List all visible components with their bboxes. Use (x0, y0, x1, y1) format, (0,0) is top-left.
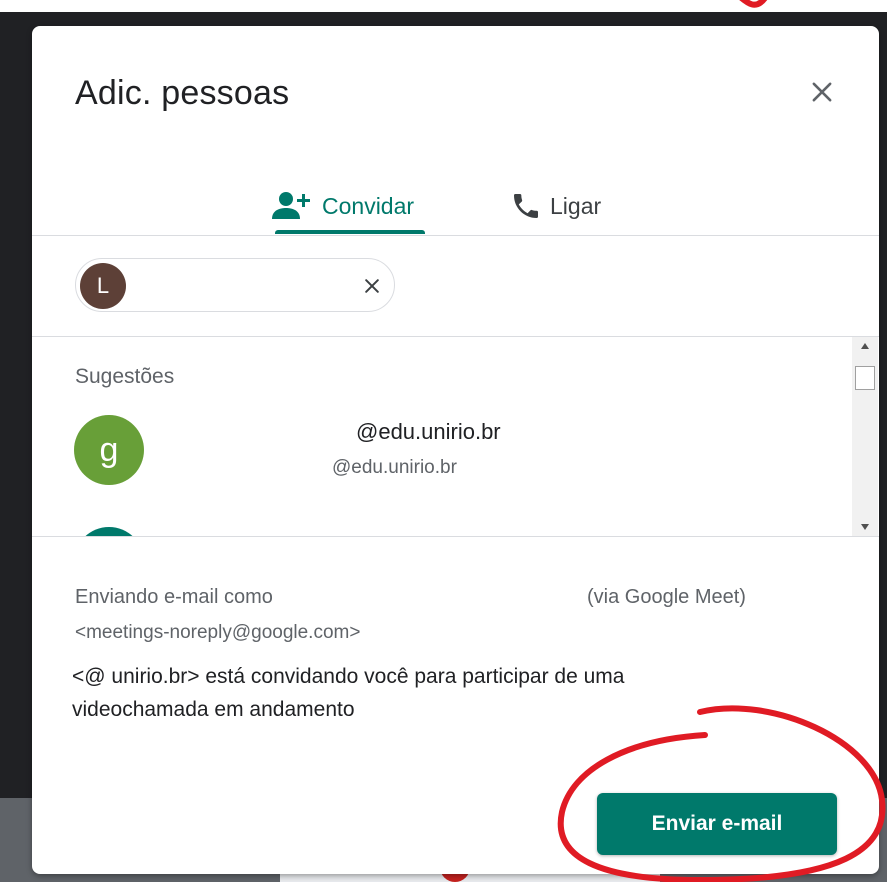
tab-invite-label: Convidar (322, 192, 415, 219)
tab-selected-indicator (275, 230, 425, 234)
close-icon (365, 279, 379, 293)
list-item[interactable]: g @edu.unirio.br @edu.unirio.br (32, 403, 852, 491)
suggestions-divider (32, 536, 879, 537)
close-button[interactable] (802, 72, 842, 112)
suggestions-list: Sugestões g @edu.unirio.br @edu.unirio.b… (32, 337, 879, 536)
scrollbar-thumb[interactable] (855, 366, 875, 390)
send-email-button[interactable]: Enviar e-mail (597, 793, 837, 855)
sending-as-label: Enviando e-mail como (75, 586, 273, 608)
remove-recipient-button[interactable] (358, 272, 386, 300)
tab-invite[interactable]: Convidar (272, 176, 414, 236)
add-people-dialog: Adic. pessoas Convidar Ligar L Sugestões… (32, 26, 879, 874)
invite-message: <@ unirio.br> está convidando você para … (72, 665, 625, 721)
tabs-divider (32, 235, 879, 236)
sender-email: <meetings-noreply@google.com> (75, 622, 361, 643)
suggestion-email: @edu.unirio.br (332, 457, 457, 478)
recipient-chip[interactable]: L (75, 258, 395, 312)
background-top (0, 0, 887, 12)
tab-call[interactable]: Ligar (510, 176, 601, 236)
avatar: g (74, 415, 144, 485)
phone-icon (514, 194, 538, 218)
sending-via-label: (via Google Meet) (587, 586, 746, 608)
add-person-icon (272, 192, 310, 219)
suggestions-scrollbar[interactable] (852, 337, 878, 536)
chevron-up-icon (861, 343, 869, 349)
suggestion-name: @edu.unirio.br (356, 419, 501, 444)
close-icon (812, 82, 832, 102)
chevron-down-icon (861, 524, 869, 530)
avatar (74, 527, 144, 536)
scroll-up-button[interactable] (852, 337, 878, 355)
tab-call-label: Ligar (550, 192, 602, 219)
suggestions-title: Sugestões (75, 365, 175, 388)
dialog-title: Adic. pessoas (75, 74, 290, 112)
avatar: L (80, 263, 126, 309)
scroll-down-button[interactable] (852, 518, 878, 536)
